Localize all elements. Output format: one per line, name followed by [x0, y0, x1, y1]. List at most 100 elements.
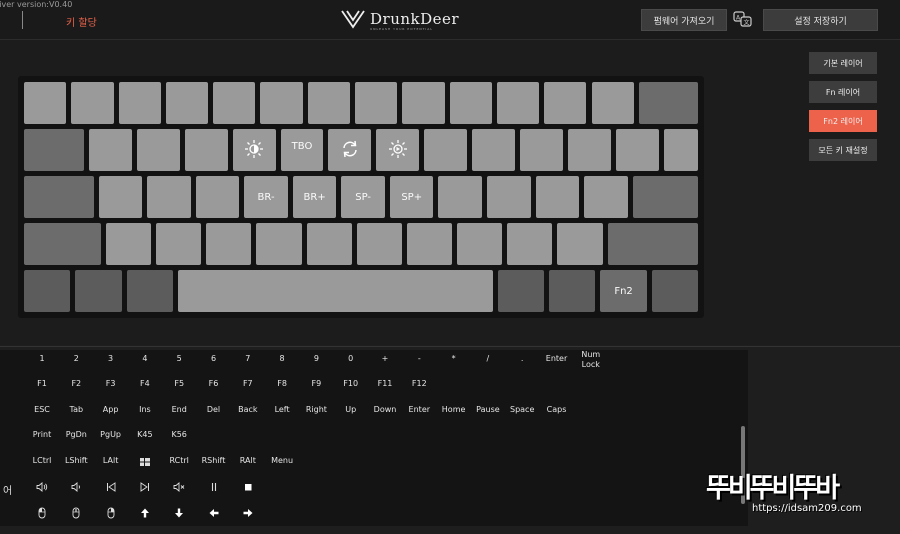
- key-r4-9[interactable]: [457, 223, 503, 265]
- mouse-right-icon[interactable]: [105, 507, 117, 519]
- key-r5-3[interactable]: [126, 270, 173, 312]
- palette-key[interactable]: PgDn: [66, 430, 87, 440]
- key-r1-5[interactable]: [213, 82, 256, 124]
- key-r1-1[interactable]: [24, 82, 67, 124]
- palette-key[interactable]: K56: [171, 430, 186, 440]
- mute-icon[interactable]: [173, 481, 185, 493]
- tab-key-assign[interactable]: 키 할당: [66, 14, 97, 29]
- palette-key[interactable]: F2: [71, 379, 81, 389]
- palette-key[interactable]: 5: [177, 354, 182, 364]
- key-r1-6[interactable]: [260, 82, 303, 124]
- palette-key[interactable]: ESC: [34, 405, 50, 415]
- palette-key[interactable]: 4: [142, 354, 147, 364]
- key-r5-6[interactable]: [549, 270, 596, 312]
- key-r1-7[interactable]: [307, 82, 351, 124]
- key-r2-3[interactable]: [136, 129, 180, 171]
- key-r3-7[interactable]: SP-: [341, 176, 385, 218]
- key-r2-9[interactable]: [424, 129, 468, 171]
- key-r3-2[interactable]: [98, 176, 143, 218]
- key-r3-3[interactable]: [147, 176, 191, 218]
- palette-key[interactable]: Num Lock: [579, 350, 603, 370]
- next-track-icon[interactable]: [139, 481, 151, 493]
- palette-key[interactable]: 8: [280, 354, 285, 364]
- palette-key[interactable]: F7: [243, 379, 253, 389]
- save-settings-button[interactable]: 설정 저장하기: [763, 9, 878, 31]
- palette-key[interactable]: Up: [345, 405, 356, 415]
- palette-key[interactable]: F4: [140, 379, 150, 389]
- key-r3-13[interactable]: [632, 176, 698, 218]
- palette-key[interactable]: Home: [442, 405, 466, 415]
- arrow-down-icon[interactable]: [173, 507, 185, 519]
- key-r4-8[interactable]: [406, 223, 453, 265]
- palette-key[interactable]: Ins: [139, 405, 151, 415]
- palette-key[interactable]: RCtrl: [169, 456, 188, 466]
- arrow-up-icon[interactable]: [139, 507, 151, 519]
- key-r4-12[interactable]: [607, 223, 698, 265]
- key-r2-5[interactable]: [232, 129, 276, 171]
- key-r4-10[interactable]: [507, 223, 553, 265]
- palette-key[interactable]: K45: [137, 430, 152, 440]
- key-r2-14[interactable]: [663, 129, 698, 171]
- volume-down-icon[interactable]: [70, 481, 82, 493]
- key-r5-1[interactable]: [24, 270, 71, 312]
- palette-key[interactable]: /: [487, 354, 490, 364]
- key-r5-7[interactable]: Fn2: [600, 270, 647, 312]
- key-r1-3[interactable]: [118, 82, 161, 124]
- key-r4-3[interactable]: [155, 223, 202, 265]
- key-r5-2[interactable]: [75, 270, 122, 312]
- palette-key[interactable]: PgUp: [100, 430, 121, 440]
- key-r1-2[interactable]: [71, 82, 114, 124]
- mouse-middle-icon[interactable]: [70, 507, 82, 519]
- key-r3-11[interactable]: [535, 176, 580, 218]
- palette-key[interactable]: *: [452, 354, 456, 364]
- palette-key[interactable]: .: [521, 354, 524, 364]
- palette-key[interactable]: LCtrl: [33, 456, 52, 466]
- key-r3-1[interactable]: [24, 176, 94, 218]
- key-r1-10[interactable]: [449, 82, 492, 124]
- palette-key[interactable]: F5: [174, 379, 184, 389]
- key-r4-6[interactable]: [306, 223, 352, 265]
- key-r2-6[interactable]: TBO: [280, 129, 324, 171]
- palette-key[interactable]: Space: [510, 405, 534, 415]
- key-r4-1[interactable]: [24, 223, 101, 265]
- palette-key[interactable]: App: [103, 405, 119, 415]
- palette-key[interactable]: 2: [74, 354, 79, 364]
- palette-key[interactable]: Down: [374, 405, 397, 415]
- key-r1-11[interactable]: [496, 82, 540, 124]
- key-r3-8[interactable]: SP+: [389, 176, 434, 218]
- key-r1-12[interactable]: [544, 82, 587, 124]
- palette-key[interactable]: Pause: [476, 405, 500, 415]
- volume-up-icon[interactable]: [36, 481, 48, 493]
- palette-key[interactable]: F9: [312, 379, 322, 389]
- arrow-left-icon[interactable]: [208, 507, 220, 519]
- palette-key[interactable]: LAlt: [103, 456, 118, 466]
- reset-all-keys-button[interactable]: 모든 키 재설정: [809, 139, 877, 161]
- palette-key[interactable]: 9: [314, 354, 319, 364]
- key-r5-8[interactable]: [651, 270, 698, 312]
- key-r2-10[interactable]: [472, 129, 516, 171]
- palette-key[interactable]: Tab: [70, 405, 84, 415]
- key-r4-4[interactable]: [206, 223, 252, 265]
- key-r2-4[interactable]: [184, 129, 228, 171]
- key-r3-6[interactable]: BR+: [292, 176, 337, 218]
- palette-key[interactable]: Back: [238, 405, 257, 415]
- key-r2-11[interactable]: [520, 129, 563, 171]
- key-r4-5[interactable]: [256, 223, 302, 265]
- layer-base-button[interactable]: 기본 레이어: [809, 52, 877, 74]
- key-r1-8[interactable]: [355, 82, 398, 124]
- palette-key[interactable]: Right: [306, 405, 327, 415]
- arrow-right-icon[interactable]: [242, 507, 254, 519]
- palette-key[interactable]: -: [418, 354, 421, 364]
- key-r3-5[interactable]: BR-: [244, 176, 288, 218]
- key-r5-4[interactable]: [177, 270, 493, 312]
- key-r5-5[interactable]: [497, 270, 545, 312]
- palette-key[interactable]: F11: [378, 379, 393, 389]
- key-r2-12[interactable]: [567, 129, 611, 171]
- key-r4-11[interactable]: [557, 223, 603, 265]
- palette-key[interactable]: F8: [277, 379, 287, 389]
- win-icon[interactable]: [139, 456, 151, 468]
- palette-key[interactable]: RShift: [202, 456, 226, 466]
- key-r1-9[interactable]: [402, 82, 445, 124]
- mouse-left-icon[interactable]: [36, 507, 48, 519]
- translate-icon[interactable]: A 文: [733, 10, 753, 28]
